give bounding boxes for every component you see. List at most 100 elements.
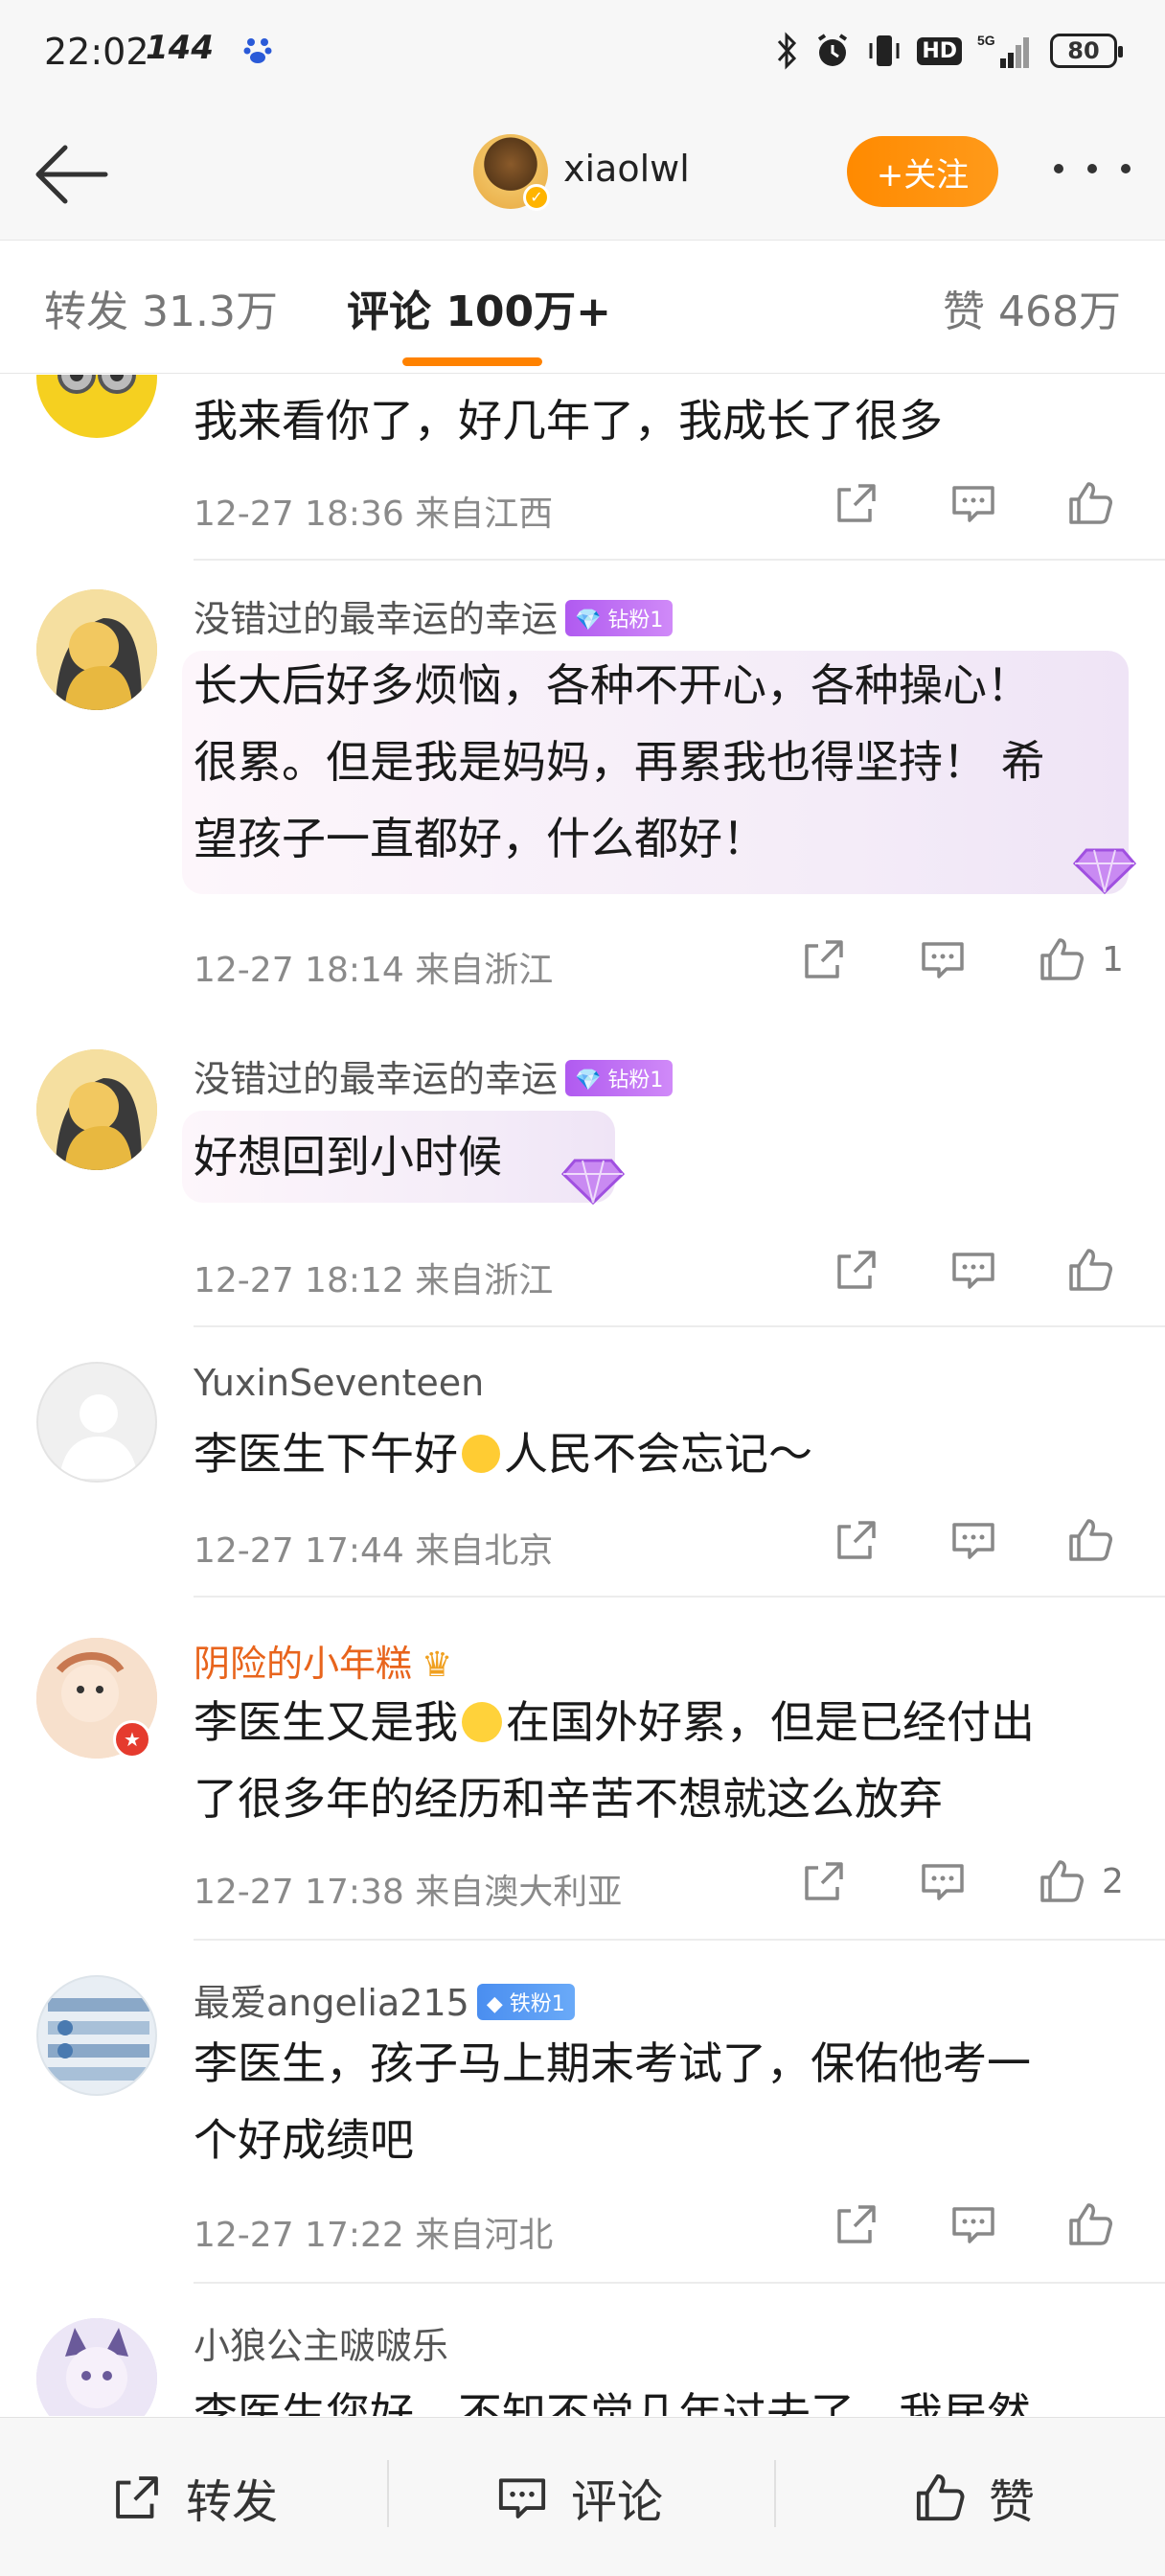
comment-meta: 12-27 18:36 来自江西 <box>194 494 554 534</box>
diamond-fan-badge: 💎 钻粉1 <box>565 599 674 636</box>
comment-share-button[interactable] <box>797 932 851 986</box>
crown-icon: ♛ <box>422 1645 453 1685</box>
thumb-up-icon <box>1040 1860 1084 1902</box>
comment-like-button[interactable] <box>1063 1513 1117 1567</box>
comment-reply-button[interactable] <box>916 1854 970 1908</box>
comment-reply-button[interactable] <box>947 2197 1000 2251</box>
commenter-name[interactable]: 阴险的小年糕 ♛ <box>194 1634 452 1687</box>
commenter-avatar[interactable] <box>36 589 157 710</box>
commenter-avatar[interactable] <box>36 1362 157 1483</box>
verified-badge-icon: ✓ <box>523 184 550 211</box>
comment-icon <box>498 2478 546 2518</box>
follow-button[interactable]: +关注 <box>847 136 998 207</box>
comment-share-button[interactable] <box>830 1513 883 1567</box>
comment-share-button[interactable] <box>830 2197 883 2251</box>
comment-button[interactable]: 评论 <box>492 2418 663 2576</box>
reply-icon <box>952 2207 994 2243</box>
vip-badge-icon: ★ <box>113 1720 151 1759</box>
commenter-avatar[interactable] <box>36 375 157 438</box>
comment-share-button[interactable] <box>797 1854 851 1908</box>
comment-reply-button[interactable] <box>916 932 970 986</box>
commenter-name[interactable]: 小狼公主啵啵乐 <box>194 2316 448 2369</box>
battery-indicator: 80 <box>1050 34 1123 68</box>
interaction-tabs: 转发 31.3万 评论 100万+ 赞 468万 <box>0 240 1165 374</box>
baidu-paw-icon <box>243 38 272 63</box>
alarm-icon <box>818 34 848 66</box>
share-icon <box>116 2476 158 2518</box>
comment-list: 我来看你了，好几年了，我成长了很多 12-27 18:36 来自江西 没错过的最… <box>0 375 1165 2416</box>
comment-share-button[interactable] <box>830 476 883 530</box>
share-icon <box>837 1251 876 1289</box>
comment-divider <box>194 559 1165 561</box>
comment-like-button[interactable] <box>1063 1243 1117 1297</box>
reply-icon <box>952 1523 994 1559</box>
reply-icon <box>922 1864 964 1900</box>
comment-meta: 12-27 17:44 来自北京 <box>194 1531 554 1571</box>
comment-share-button[interactable] <box>830 1243 883 1297</box>
diamond-gem-icon <box>560 1159 626 1206</box>
reply-icon <box>952 486 994 522</box>
bottom-separator <box>774 2460 776 2527</box>
back-arrow-icon[interactable] <box>27 136 113 213</box>
share-icon <box>805 1862 843 1900</box>
comment-text: 好想回到小时候 <box>194 1131 502 1183</box>
emoji-icon <box>462 1434 500 1473</box>
share-icon <box>805 940 843 978</box>
reply-icon <box>922 942 964 978</box>
commenter-name[interactable]: YuxinSeventeen <box>194 1362 484 1404</box>
status-bar: 22:02 144 HD 5G 80 <box>0 0 1165 102</box>
status-time: 22:02 <box>44 31 149 73</box>
commenter-avatar[interactable] <box>36 1049 157 1170</box>
comment-like-button[interactable] <box>1063 476 1117 530</box>
comment-reply-button[interactable] <box>947 1513 1000 1567</box>
comment-meta: 12-27 17:38 来自澳大利亚 <box>194 1873 623 1912</box>
commenter-avatar[interactable] <box>36 1975 157 2096</box>
refresh-rate: 144 <box>146 29 214 67</box>
bluetooth-icon <box>778 32 797 70</box>
author-name[interactable]: xiaolwl <box>563 148 690 190</box>
bottom-action-bar: 转发 评论 赞 <box>0 2417 1165 2576</box>
comment-meta: 12-27 18:14 来自浙江 <box>194 951 554 990</box>
thumb-up-icon <box>1040 938 1084 980</box>
reply-icon <box>952 1253 994 1289</box>
bottom-separator <box>387 2460 389 2527</box>
comment-text: 李医生您好，不知不觉几年过去了，我居然 <box>194 2388 1031 2416</box>
thumb-up-icon <box>916 2473 965 2521</box>
emoji-icon <box>462 1701 502 1742</box>
svg-text:5G: 5G <box>977 33 995 48</box>
active-tab-indicator <box>402 357 542 366</box>
comment-like-button[interactable]: 1 <box>1035 932 1124 986</box>
comment-like-button[interactable]: 2 <box>1035 1854 1124 1908</box>
commenter-name[interactable]: 没错过的最幸运的幸运 💎 钻粉1 <box>194 1049 674 1102</box>
tab-repost[interactable]: 转发 31.3万 <box>44 277 278 338</box>
diamond-fan-badge: 💎 钻粉1 <box>565 1059 674 1096</box>
diamond-gem-icon <box>1072 848 1137 895</box>
comment-reply-button[interactable] <box>947 1243 1000 1297</box>
comment-divider <box>194 1325 1165 1327</box>
thumb-up-icon <box>1069 1249 1112 1291</box>
share-icon <box>837 1521 876 1559</box>
thumb-up-icon <box>1069 1519 1112 1561</box>
repost-button[interactable]: 转发 <box>107 2418 278 2576</box>
commenter-avatar[interactable] <box>36 2318 157 2416</box>
tab-like[interactable]: 赞 468万 <box>943 277 1121 338</box>
comment-text: 长大后好多烦恼，各种不开心，各种操心！ 很累。但是我是妈妈，再累我也得坚持！ 希… <box>194 659 1045 864</box>
comment-divider <box>194 2282 1165 2284</box>
comment-meta: 12-27 17:22 来自河北 <box>194 2216 554 2255</box>
comment-like-button[interactable] <box>1063 2197 1117 2251</box>
comment-text: 李医生下午好 人民不会忘记～ <box>194 1428 812 1480</box>
thumb-up-icon <box>1069 482 1112 524</box>
post-header: ✓ xiaolwl +关注 <box>0 102 1165 240</box>
comment-reply-button[interactable] <box>947 476 1000 530</box>
tab-comment[interactable]: 评论 100万+ <box>347 277 611 338</box>
comment-divider <box>194 1596 1165 1598</box>
share-icon <box>837 2205 876 2243</box>
thumb-up-icon <box>1069 2203 1112 2245</box>
comment-text: 李医生又是我 在国外好累，但是已经付出 了很多年的经历和辛苦不想就这么放弃 <box>194 1696 1035 1825</box>
commenter-name[interactable]: 最爱angelia215 ◆ 铁粉1 <box>194 1973 575 2026</box>
commenter-name[interactable]: 没错过的最幸运的幸运 💎 钻粉1 <box>194 589 674 642</box>
like-button[interactable]: 赞 <box>910 2418 1035 2576</box>
like-count: 1 <box>1102 939 1124 979</box>
comment-text: 李医生，孩子马上期末考试了，保佑他考一 个好成绩吧 <box>194 2037 1031 2166</box>
more-options-icon[interactable] <box>1054 150 1131 188</box>
